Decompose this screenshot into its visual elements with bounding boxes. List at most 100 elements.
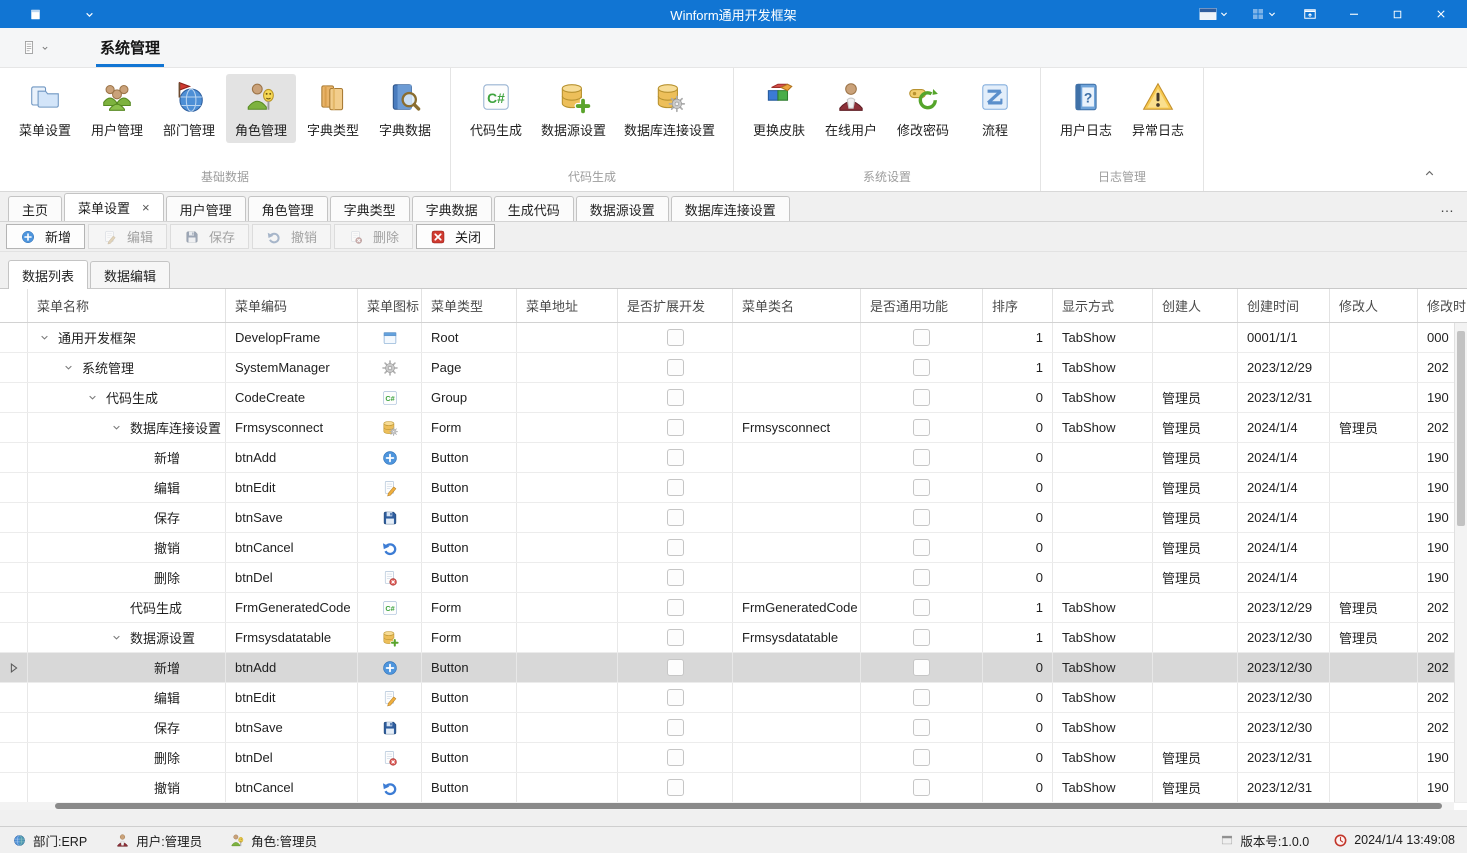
column-header-modify-time[interactable]: 修改时间 bbox=[1418, 289, 1467, 322]
expand-collapse-icon[interactable] bbox=[86, 391, 106, 404]
checkbox-unchecked[interactable] bbox=[667, 599, 684, 616]
doc-tab-dict-data[interactable]: 字典数据 bbox=[412, 196, 492, 221]
column-header-menu-name[interactable]: 菜单名称 bbox=[28, 289, 226, 322]
checkbox-unchecked[interactable] bbox=[667, 749, 684, 766]
checkbox-unchecked[interactable] bbox=[667, 779, 684, 796]
doc-tab-home[interactable]: 主页 bbox=[8, 196, 62, 221]
column-header-menu-url[interactable]: 菜单地址 bbox=[517, 289, 618, 322]
minimize-button[interactable] bbox=[1332, 0, 1376, 28]
tab-overflow-button[interactable]: … bbox=[1440, 199, 1455, 215]
popup-window-button[interactable] bbox=[1288, 0, 1332, 28]
column-header-create-time[interactable]: 创建时间 bbox=[1238, 289, 1330, 322]
add-button[interactable]: 新增 bbox=[6, 224, 85, 249]
checkbox-unchecked[interactable] bbox=[913, 449, 930, 466]
horizontal-scrollbar[interactable] bbox=[0, 802, 1454, 810]
ribbon-item-user-log[interactable]: ?用户日志 bbox=[1051, 74, 1121, 143]
table-row[interactable]: 保存btnSaveButton0TabShow2023/12/30202 bbox=[0, 713, 1467, 743]
ribbon-item-change-skin[interactable]: 更换皮肤 bbox=[744, 74, 814, 143]
apps-grid-button[interactable] bbox=[1240, 0, 1288, 28]
checkbox-unchecked[interactable] bbox=[667, 329, 684, 346]
column-header-menu-code[interactable]: 菜单编码 bbox=[226, 289, 358, 322]
ribbon-item-dict-type[interactable]: 字典类型 bbox=[298, 74, 368, 143]
checkbox-unchecked[interactable] bbox=[667, 539, 684, 556]
ribbon-item-menu-settings[interactable]: 菜单设置 bbox=[10, 74, 80, 143]
column-header-display-mode[interactable]: 显示方式 bbox=[1053, 289, 1153, 322]
checkbox-unchecked[interactable] bbox=[913, 359, 930, 376]
column-header-creator[interactable]: 创建人 bbox=[1153, 289, 1238, 322]
checkbox-unchecked[interactable] bbox=[667, 419, 684, 436]
checkbox-unchecked[interactable] bbox=[667, 659, 684, 676]
ribbon-item-dict-data[interactable]: 字典数据 bbox=[370, 74, 440, 143]
close-tab-icon[interactable]: × bbox=[142, 201, 150, 214]
expand-collapse-icon[interactable] bbox=[110, 421, 130, 434]
table-row[interactable]: 删除btnDelButton0TabShow管理员2023/12/31190 bbox=[0, 743, 1467, 773]
doc-tab-dict-type[interactable]: 字典类型 bbox=[330, 196, 410, 221]
table-row[interactable]: 代码生成CodeCreateC#Group0TabShow管理员2023/12/… bbox=[0, 383, 1467, 413]
checkbox-unchecked[interactable] bbox=[913, 629, 930, 646]
checkbox-unchecked[interactable] bbox=[667, 449, 684, 466]
table-row[interactable]: 数据源设置FrmsysdatatableFormFrmsysdatatable1… bbox=[0, 623, 1467, 653]
table-row[interactable]: 编辑btnEditButton0TabShow2023/12/30202 bbox=[0, 683, 1467, 713]
checkbox-unchecked[interactable] bbox=[667, 719, 684, 736]
column-header-modifier[interactable]: 修改人 bbox=[1330, 289, 1418, 322]
checkbox-unchecked[interactable] bbox=[913, 689, 930, 706]
ribbon-item-role-management[interactable]: 角色管理 bbox=[226, 74, 296, 143]
horizontal-scrollbar-thumb[interactable] bbox=[55, 803, 1442, 809]
checkbox-unchecked[interactable] bbox=[667, 479, 684, 496]
checkbox-unchecked[interactable] bbox=[667, 689, 684, 706]
doc-tab-code-generate[interactable]: 生成代码 bbox=[494, 196, 574, 221]
ribbon-item-workflow[interactable]: 流程 bbox=[960, 74, 1030, 143]
vertical-scrollbar-thumb[interactable] bbox=[1457, 331, 1465, 526]
table-row[interactable]: 删除btnDelButton0管理员2024/1/4190 bbox=[0, 563, 1467, 593]
checkbox-unchecked[interactable] bbox=[667, 629, 684, 646]
ribbon-item-change-password[interactable]: 修改密码 bbox=[888, 74, 958, 143]
view-tab-data-edit[interactable]: 数据编辑 bbox=[90, 261, 170, 288]
column-header-menu-class[interactable]: 菜单类名 bbox=[733, 289, 861, 322]
checkbox-unchecked[interactable] bbox=[913, 599, 930, 616]
table-row[interactable]: 新增btnAddButton0TabShow2023/12/30202 bbox=[0, 653, 1467, 683]
table-row[interactable]: 撤销btnCancelButton0TabShow管理员2023/12/3119… bbox=[0, 773, 1467, 803]
checkbox-unchecked[interactable] bbox=[913, 569, 930, 586]
quick-access-toolbar[interactable] bbox=[0, 28, 50, 67]
column-header-is-common-func[interactable]: 是否通用功能 bbox=[861, 289, 983, 322]
ribbon-item-dbconnection-settings[interactable]: 数据库连接设置 bbox=[616, 74, 723, 143]
ribbon-tab-system-management[interactable]: 系统管理 bbox=[90, 28, 170, 67]
ribbon-collapse-button[interactable] bbox=[1422, 166, 1437, 181]
checkbox-unchecked[interactable] bbox=[667, 389, 684, 406]
table-row[interactable]: 通用开发框架DevelopFrameRoot1TabShow0001/1/100… bbox=[0, 323, 1467, 353]
ribbon-item-department-management[interactable]: 部门管理 bbox=[154, 74, 224, 143]
table-row[interactable]: 保存btnSaveButton0管理员2024/1/4190 bbox=[0, 503, 1467, 533]
ribbon-item-datasource-settings[interactable]: 数据源设置 bbox=[533, 74, 614, 143]
checkbox-unchecked[interactable] bbox=[913, 389, 930, 406]
column-header-menu-type[interactable]: 菜单类型 bbox=[422, 289, 517, 322]
close-button[interactable]: 关闭 bbox=[416, 224, 495, 249]
checkbox-unchecked[interactable] bbox=[913, 479, 930, 496]
expand-collapse-icon[interactable] bbox=[110, 631, 130, 644]
doc-tab-user-management[interactable]: 用户管理 bbox=[166, 196, 246, 221]
expand-collapse-icon[interactable] bbox=[62, 361, 82, 374]
column-header-sort-order[interactable]: 排序 bbox=[983, 289, 1053, 322]
checkbox-unchecked[interactable] bbox=[913, 509, 930, 526]
table-row[interactable]: 撤销btnCancelButton0管理员2024/1/4190 bbox=[0, 533, 1467, 563]
checkbox-unchecked[interactable] bbox=[667, 569, 684, 586]
checkbox-unchecked[interactable] bbox=[913, 419, 930, 436]
quick-access-caret-icon[interactable] bbox=[83, 8, 96, 21]
table-row[interactable]: 新增btnAddButton0管理员2024/1/4190 bbox=[0, 443, 1467, 473]
doc-tab-dbconnection-settings[interactable]: 数据库连接设置 bbox=[671, 196, 790, 221]
checkbox-unchecked[interactable] bbox=[913, 749, 930, 766]
table-row[interactable]: 系统管理SystemManagerPage1TabShow2023/12/292… bbox=[0, 353, 1467, 383]
ribbon-item-error-log[interactable]: 异常日志 bbox=[1123, 74, 1193, 143]
skin-preview-button[interactable] bbox=[1188, 0, 1240, 28]
ribbon-item-user-management[interactable]: 用户管理 bbox=[82, 74, 152, 143]
column-header-indicator[interactable] bbox=[0, 289, 28, 322]
close-window-button[interactable] bbox=[1419, 0, 1463, 28]
checkbox-unchecked[interactable] bbox=[913, 719, 930, 736]
maximize-button[interactable] bbox=[1376, 0, 1419, 28]
ribbon-item-code-generate[interactable]: C#代码生成 bbox=[461, 74, 531, 143]
doc-tab-menu-settings[interactable]: 菜单设置× bbox=[64, 193, 164, 221]
checkbox-unchecked[interactable] bbox=[913, 779, 930, 796]
app-window-icon[interactable] bbox=[28, 7, 43, 22]
doc-tab-role-management[interactable]: 角色管理 bbox=[248, 196, 328, 221]
table-row[interactable]: 代码生成FrmGeneratedCodeC#FormFrmGeneratedCo… bbox=[0, 593, 1467, 623]
doc-tab-datasource-settings[interactable]: 数据源设置 bbox=[576, 196, 669, 221]
